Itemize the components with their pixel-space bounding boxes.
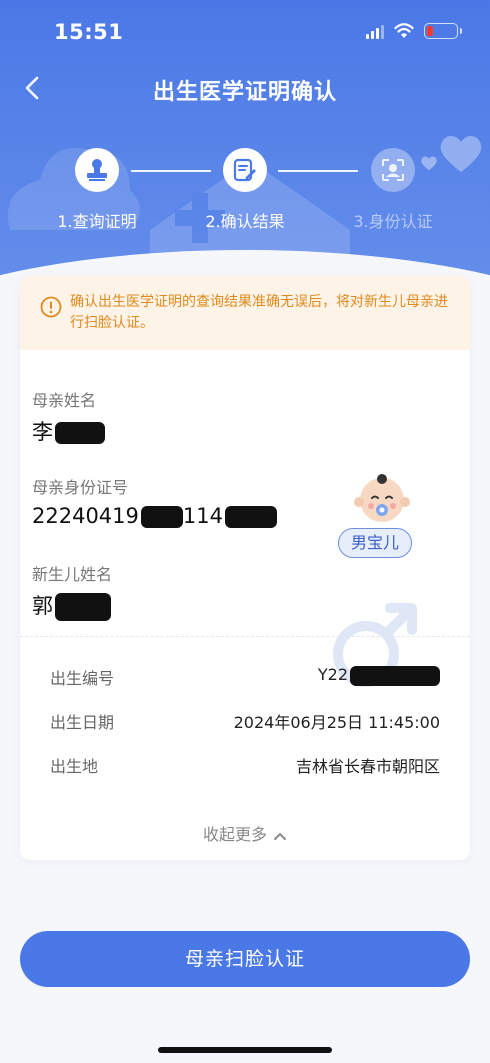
step-confirm-circle <box>223 148 267 192</box>
birth-number-text: Y22 <box>317 665 348 684</box>
mother-id-label: 母亲身份证号 <box>32 478 129 497</box>
step-query-label: 1.查询证明 <box>57 212 137 231</box>
mother-id-value: 22240419 114 <box>32 504 277 528</box>
step-confirm: 2.确认结果 <box>175 148 315 232</box>
collapse-more-label: 收起更多 <box>202 825 267 844</box>
birth-date-label: 出生日期 <box>50 713 115 732</box>
birth-number-label: 出生编号 <box>50 669 115 688</box>
step-query: 1.查询证明 <box>27 148 167 232</box>
redaction-mark <box>140 506 183 528</box>
redaction-mark <box>55 593 111 621</box>
detail-row-birth-number: 出生编号 Y22 <box>50 665 440 689</box>
redaction-mark <box>350 665 440 686</box>
baby-name-label: 新生儿姓名 <box>32 565 113 584</box>
page-title: 出生医学证明确认 <box>152 80 337 105</box>
info-section: 母亲姓名 李 母亲身份证号 22240419 114 新生儿姓名 郭 男宝儿 <box>20 350 470 687</box>
wifi-icon <box>394 23 414 38</box>
step-identity-label: 3.身份认证 <box>353 212 433 231</box>
step-query-circle <box>75 148 119 192</box>
mother-name-value: 李 <box>32 416 105 446</box>
status-time: 15:51 <box>54 20 124 44</box>
warning-circle-icon <box>40 296 62 318</box>
status-icons <box>366 23 462 39</box>
baby-name-text: 郭 <box>32 594 53 618</box>
notice-banner: 确认出生医学证明的查询结果准确无误后，将对新生儿母亲进行扫脸认证。 <box>20 276 470 350</box>
battery-icon <box>424 23 462 39</box>
baby-name-value: 郭 <box>32 590 111 621</box>
mother-id-prefix: 22240419 <box>32 504 139 528</box>
step-identity-circle <box>371 148 415 192</box>
step-confirm-label: 2.确认结果 <box>205 212 285 231</box>
birth-number-value: Y22 <box>318 665 440 686</box>
face-scan-icon <box>382 159 404 181</box>
birth-date-value: 2024年06月25日 11:45:00 <box>233 713 440 732</box>
mother-face-auth-button[interactable]: 母亲扫脸认证 <box>20 931 470 987</box>
collapse-more-button[interactable]: 收起更多 <box>20 821 470 845</box>
notice-text: 确认出生医学证明的查询结果准确无误后，将对新生儿母亲进行扫脸认证。 <box>70 294 448 331</box>
edit-document-icon <box>233 158 256 182</box>
stamp-icon <box>87 159 107 181</box>
mother-name-label: 母亲姓名 <box>32 391 97 410</box>
certificate-card: 确认出生医学证明的查询结果准确无误后，将对新生儿母亲进行扫脸认证。 母亲姓名 李… <box>20 276 470 860</box>
redaction-mark <box>224 506 277 528</box>
nav-bar: 出生医学证明确认 <box>0 66 490 110</box>
mother-name-text: 李 <box>32 420 53 444</box>
baby-avatar-icon <box>354 474 410 522</box>
gender-badge: 男宝儿 <box>337 528 412 558</box>
birth-place-value: 吉林省长春市朝阳区 <box>295 757 440 776</box>
details-section: 出生编号 Y22 出生日期 2024年06月25日 11:45:00 出生地 吉… <box>20 637 470 857</box>
detail-row-birth-date: 出生日期 2024年06月25日 11:45:00 <box>50 709 440 733</box>
progress-stepper: 1.查询证明 2.确认结果 3.身份认证 <box>0 148 490 238</box>
detail-row-birth-place: 出生地 吉林省长春市朝阳区 <box>50 753 440 777</box>
birth-place-label: 出生地 <box>50 757 99 776</box>
home-indicator <box>158 1047 332 1053</box>
redaction-mark <box>55 422 105 444</box>
chevron-up-icon <box>274 832 286 840</box>
mother-id-middle: 114 <box>182 504 223 528</box>
signal-icon <box>366 23 384 39</box>
step-identity: 3.身份认证 <box>323 148 463 232</box>
status-bar: 15:51 <box>0 0 490 64</box>
